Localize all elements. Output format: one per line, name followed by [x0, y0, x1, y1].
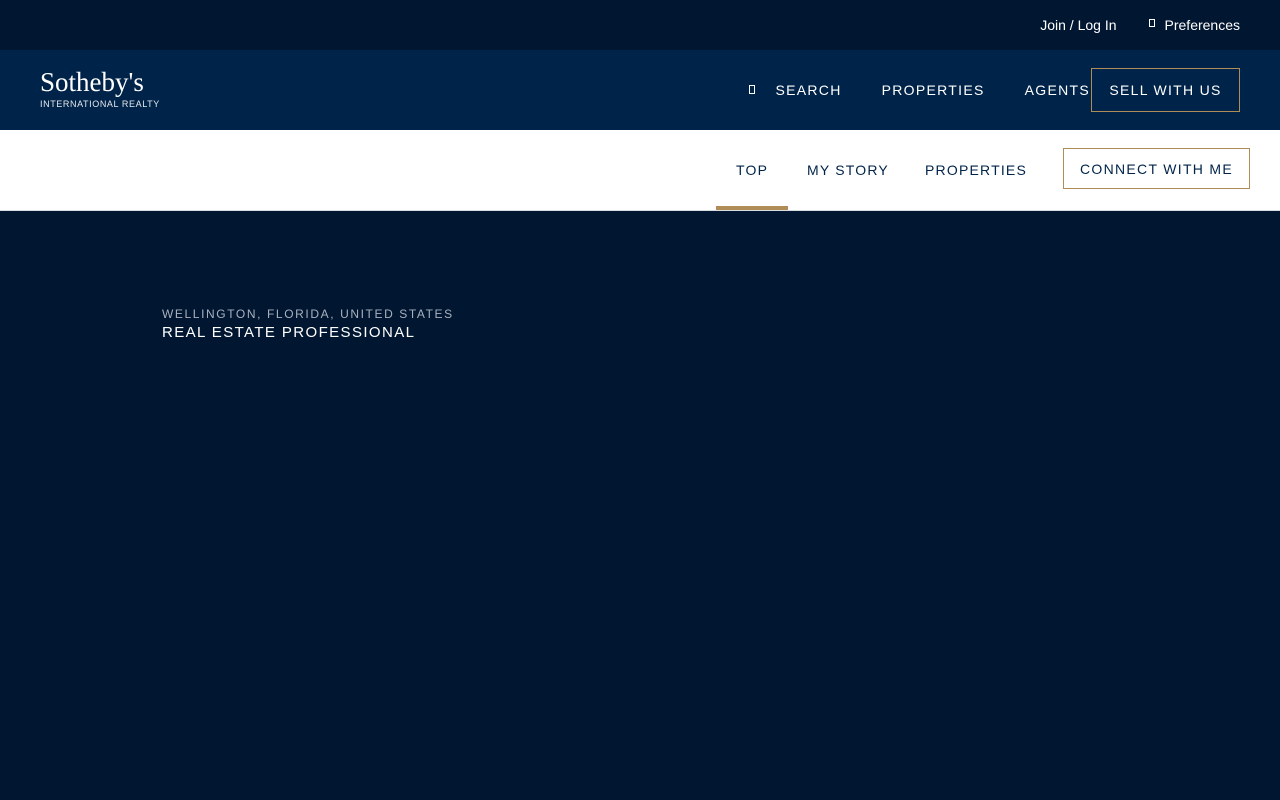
- tab-top[interactable]: TOP: [715, 130, 789, 210]
- logo-subtitle: INTERNATIONAL REALTY: [40, 99, 160, 109]
- preferences-icon: [1148, 19, 1155, 27]
- preferences-link[interactable]: Preferences: [1148, 17, 1240, 33]
- nav-search[interactable]: SEARCH: [749, 82, 841, 98]
- agent-location: WELLINGTON, FLORIDA, UNITED STATES: [162, 307, 454, 321]
- agent-hero: WELLINGTON, FLORIDA, UNITED STATES REAL …: [0, 211, 1280, 800]
- logo-wordmark: Sotheby's: [40, 67, 144, 97]
- sell-with-us-button[interactable]: SELL WITH US: [1091, 68, 1240, 112]
- nav-properties[interactable]: PROPERTIES: [882, 82, 985, 98]
- preferences-label: Preferences: [1164, 17, 1240, 33]
- search-icon: [749, 84, 756, 94]
- nav-agents[interactable]: AGENTS: [1025, 82, 1090, 98]
- sothebys-logo[interactable]: Sotheby's INTERNATIONAL REALTY: [40, 68, 160, 109]
- connect-with-me-button[interactable]: CONNECT WITH ME: [1063, 148, 1250, 189]
- nav-search-label: SEARCH: [775, 82, 842, 98]
- agent-sub-nav: TOP MY STORY PROPERTIES CONNECT WITH ME: [0, 130, 1280, 211]
- agent-role: REAL ESTATE PROFESSIONAL: [162, 324, 416, 341]
- join-login-link[interactable]: Join / Log In: [1040, 17, 1116, 33]
- main-nav: Sotheby's INTERNATIONAL REALTY SEARCH PR…: [0, 50, 1280, 130]
- tab-properties[interactable]: PROPERTIES: [925, 130, 1027, 210]
- tab-my-story[interactable]: MY STORY: [807, 130, 889, 210]
- utility-bar: Join / Log In Preferences: [0, 0, 1280, 50]
- primary-nav-links: SEARCH PROPERTIES AGENTS: [749, 50, 1090, 130]
